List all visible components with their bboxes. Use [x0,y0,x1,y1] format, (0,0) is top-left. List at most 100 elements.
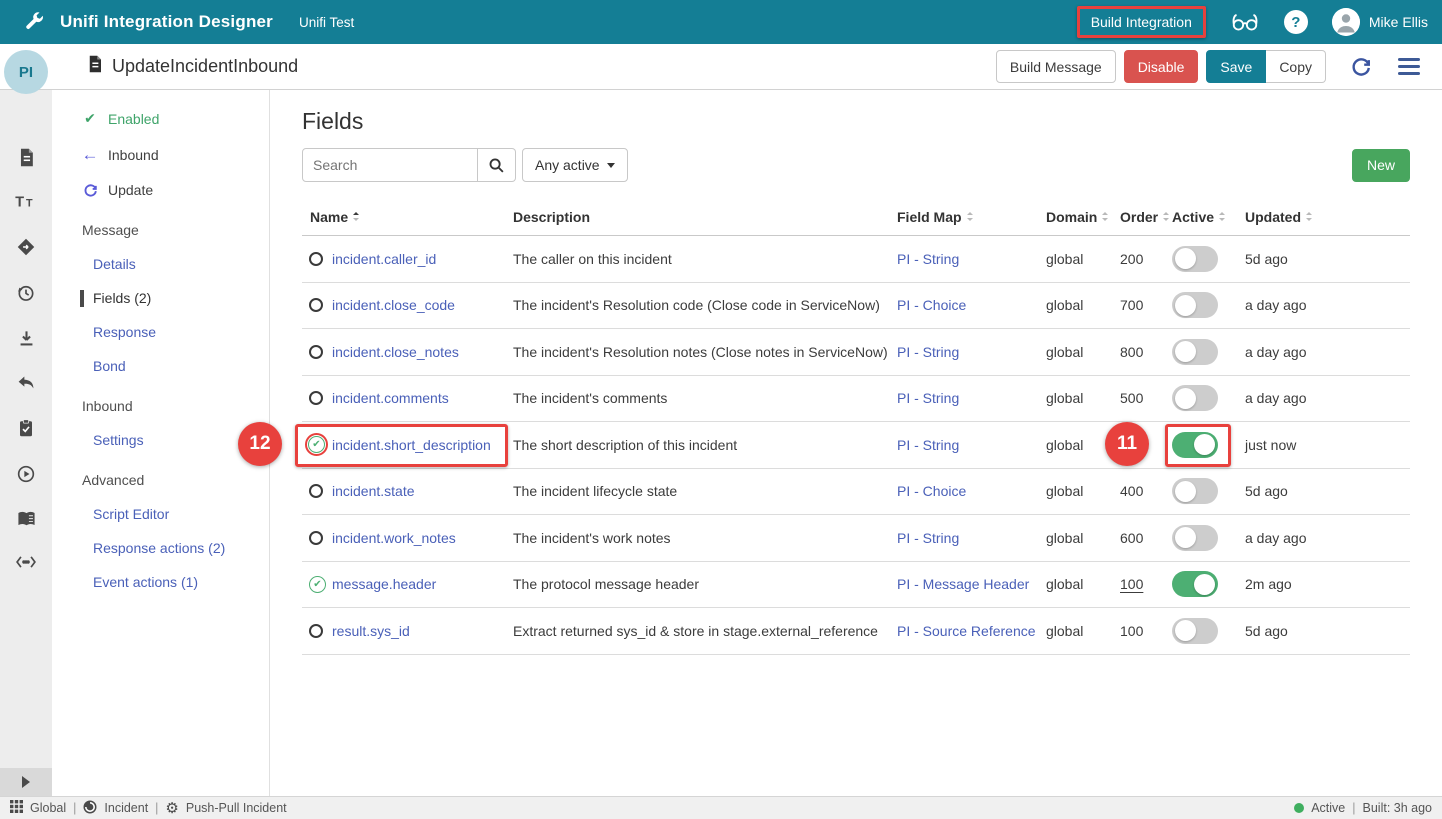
field-disabled-icon [309,345,323,359]
sidebar-item-response-actions-2[interactable]: Response actions (2) [93,540,269,556]
field-updated: 5d ago [1245,251,1410,267]
field-map-link[interactable]: PI - String [897,437,959,453]
column-updated[interactable]: Updated [1245,209,1410,225]
icon-rail: TT [0,90,52,796]
sidebar-item-details[interactable]: Details [93,256,269,272]
text-icon[interactable]: TT [15,193,37,211]
field-name-link[interactable]: incident.close_code [332,297,455,313]
annotation-ring: ✔ [305,433,328,456]
section-title-inbound: Inbound [82,398,269,414]
sidebar-item-bond[interactable]: Bond [93,358,269,374]
history-icon[interactable] [16,283,36,303]
annotation-badge-12: 12 [238,422,282,466]
field-order: 600 [1120,530,1172,546]
workspace-name[interactable]: Unifi Test [299,15,354,30]
field-name-link[interactable]: incident.close_notes [332,344,459,360]
field-name-link[interactable]: incident.short_description [332,437,491,453]
play-circle-icon[interactable] [16,464,36,484]
help-icon[interactable]: ? [1284,10,1308,34]
sidebar-item-response[interactable]: Response [93,324,269,340]
book-icon[interactable] [16,510,37,528]
active-toggle[interactable] [1172,525,1218,551]
sidebar-item-script-editor[interactable]: Script Editor [93,506,269,522]
diamond-route-icon[interactable] [16,237,36,257]
field-map-link[interactable]: PI - Message Header [897,576,1029,592]
collapse-rail-button[interactable] [0,768,52,796]
active-toggle[interactable] [1172,571,1218,597]
sidebar-item-fields-2[interactable]: Fields (2) [93,290,269,306]
column-domain[interactable]: Domain [1046,209,1120,225]
field-map-link[interactable]: PI - String [897,390,959,406]
field-disabled-icon [309,624,323,638]
reply-icon[interactable] [16,374,36,392]
field-name-link[interactable]: incident.work_notes [332,530,456,546]
field-updated: 5d ago [1245,623,1410,639]
new-field-button[interactable]: New [1352,149,1410,182]
field-updated: a day ago [1245,530,1410,546]
field-map-link[interactable]: PI - String [897,344,959,360]
column-active[interactable]: Active [1172,209,1245,225]
disable-button[interactable]: Disable [1124,50,1199,83]
download-icon[interactable] [17,329,36,348]
sort-icon [353,212,359,221]
field-enabled-icon: ✔ [309,576,326,593]
field-description: The incident's work notes [513,530,897,546]
clipboard-check-icon[interactable] [17,418,35,438]
copy-button[interactable]: Copy [1266,50,1326,83]
active-filter-dropdown[interactable]: Any active [522,148,628,182]
sort-icon [1163,212,1169,221]
field-name-link[interactable]: incident.caller_id [332,251,436,267]
app-label[interactable]: Incident [104,801,148,815]
build-integration-button[interactable]: Build Integration [1077,6,1206,38]
status-label: Update [108,182,153,198]
user-menu[interactable]: Mike Ellis [1332,8,1428,36]
sidebar-item-event-actions-1[interactable]: Event actions (1) [93,574,269,590]
field-description: The incident's Resolution code (Close co… [513,297,897,313]
field-map-link[interactable]: PI - Source Reference [897,623,1036,639]
field-name-link[interactable]: incident.state [332,483,415,499]
field-map-link[interactable]: PI - String [897,530,959,546]
section-title-message: Message [82,222,269,238]
field-map-link[interactable]: PI - Choice [897,297,966,313]
column-order[interactable]: Order [1120,209,1172,225]
build-message-button[interactable]: Build Message [996,50,1116,83]
incident-icon [83,800,97,817]
active-toggle[interactable] [1172,385,1218,411]
field-order[interactable]: 100 [1120,576,1172,592]
field-map-link[interactable]: PI - String [897,251,959,267]
active-toggle[interactable] [1172,478,1218,504]
preview-glasses-icon[interactable] [1230,11,1260,33]
active-toggle[interactable] [1172,618,1218,644]
field-name-link[interactable]: incident.comments [332,390,449,406]
active-toggle[interactable] [1172,339,1218,365]
code-icon[interactable] [15,554,37,570]
field-order: 200 [1120,251,1172,267]
field-name-link[interactable]: result.sys_id [332,623,410,639]
separator: | [73,801,76,815]
active-toggle[interactable] [1172,292,1218,318]
refresh-icon[interactable] [1350,56,1372,78]
column-field-map[interactable]: Field Map [897,209,1046,225]
scope-label[interactable]: Global [30,801,66,815]
integration-avatar[interactable]: PI [4,50,48,94]
active-toggle[interactable] [1172,246,1218,272]
document-icon[interactable] [17,148,36,167]
active-toggle[interactable] [1172,432,1218,458]
column-name[interactable]: Name [302,209,513,225]
field-name-link[interactable]: message.header [332,576,436,592]
save-button[interactable]: Save [1206,50,1266,83]
status-label: Enabled [108,111,159,127]
field-description: The incident's comments [513,390,897,406]
page-title: Fields [302,108,1410,135]
field-updated: a day ago [1245,344,1410,360]
field-description: The incident's Resolution notes (Close n… [513,344,897,360]
field-order: 800 [1120,344,1172,360]
search-input[interactable] [302,148,478,182]
menu-icon[interactable] [1398,58,1420,75]
field-map-link[interactable]: PI - Choice [897,483,966,499]
field-disabled-icon [309,252,323,266]
search-button[interactable] [478,148,516,182]
process-label[interactable]: Push-Pull Incident [186,801,287,815]
column-description: Description [513,209,897,225]
top-navbar: Unifi Integration Designer Unifi Test Bu… [0,0,1442,44]
